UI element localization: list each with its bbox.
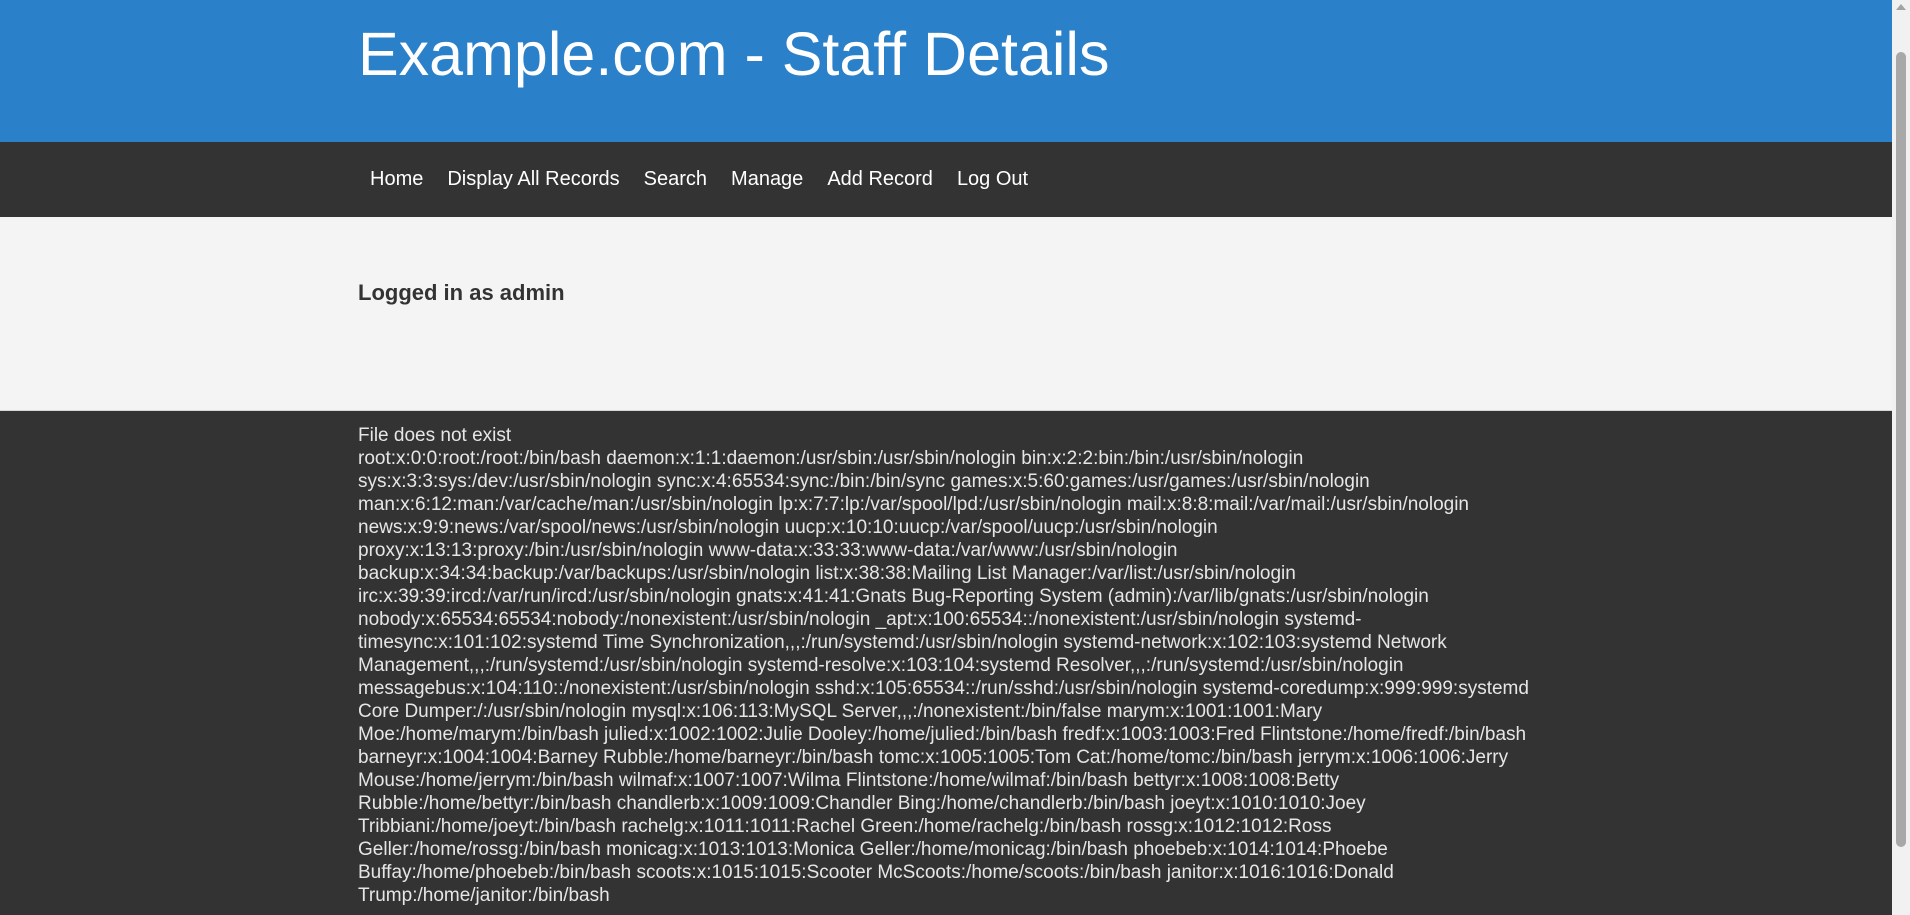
error-message: File does not exist [358,425,512,446]
file-contents: root:x:0:0:root:/root:/bin/bash daemon:x… [358,448,1529,906]
content-area: File does not exist root:x:0:0:root:/roo… [358,424,1538,907]
page: Example.com - Staff Details Home Display… [0,0,1910,915]
nav-item-search[interactable]: Search [632,168,719,191]
status-panel: Logged in as admin [0,217,1892,411]
scroll-up-arrow-icon[interactable] [1896,4,1906,10]
scrollbar-thumb[interactable] [1896,52,1906,847]
nav-item-manage[interactable]: Manage [719,168,815,191]
logged-in-status: Logged in as admin [358,280,565,305]
page-title: Example.com - Staff Details [358,20,1110,88]
nav-item-log-out[interactable]: Log Out [945,168,1040,191]
main-nav: Home Display All Records Search Manage A… [0,142,1892,217]
nav-item-display-all-records[interactable]: Display All Records [435,168,631,191]
nav-list: Home Display All Records Search Manage A… [358,142,1040,217]
vertical-scrollbar[interactable] [1892,0,1910,915]
nav-item-add-record[interactable]: Add Record [815,168,945,191]
nav-item-home[interactable]: Home [358,168,435,191]
site-header: Example.com - Staff Details [0,0,1892,142]
